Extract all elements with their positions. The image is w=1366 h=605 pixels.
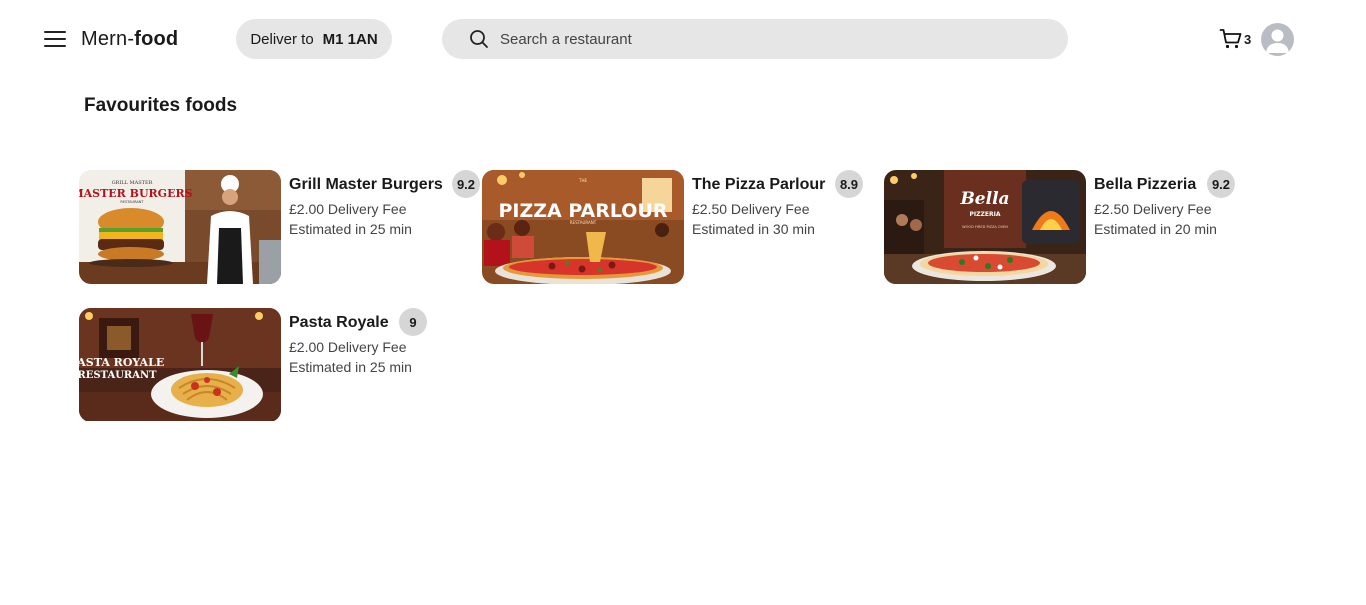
svg-text:PIZZA PARLOUR: PIZZA PARLOUR — [498, 200, 667, 222]
delivery-eta: Estimated in 25 min — [289, 221, 412, 237]
rating-badge: 9.2 — [1207, 170, 1235, 198]
deliver-postcode: M1 1AN — [322, 30, 378, 48]
svg-text:WOOD FIRED PIZZA OVEN: WOOD FIRED PIZZA OVEN — [962, 225, 1008, 229]
restaurant-card[interactable]: THE PIZZA PARLOUR RESTAURANT The Pizza P… — [482, 170, 872, 284]
rating-badge: 9.2 — [452, 170, 480, 198]
restaurant-name[interactable]: The Pizza Parlour — [692, 176, 825, 194]
brand-suffix: food — [134, 28, 179, 50]
restaurant-image: PASTA ROYALE RESTAURANT — [79, 308, 281, 422]
restaurant-name[interactable]: Grill Master Burgers — [289, 176, 443, 194]
delivery-eta: Estimated in 25 min — [289, 359, 412, 375]
delivery-eta: Estimated in 30 min — [692, 221, 815, 237]
svg-text:Bella: Bella — [959, 189, 1009, 209]
svg-text:RESTAURANT: RESTAURANT — [570, 220, 597, 225]
restaurant-image: Bella PIZZERIA WOOD FIRED PIZZA OVEN — [884, 170, 1086, 284]
restaurant-image: GRILL MASTER MASTER BURGERS RESTAURANT — [79, 170, 281, 284]
cart-icon — [1219, 29, 1242, 49]
restaurant-card[interactable]: Bella PIZZERIA WOOD FIRED PIZZA OVEN Bel… — [884, 170, 1274, 284]
svg-text:GRILL MASTER: GRILL MASTER — [112, 180, 153, 186]
svg-text:RESTAURANT: RESTAURANT — [79, 370, 157, 381]
restaurant-card[interactable]: PASTA ROYALE RESTAURANT Pasta Royale 9 £… — [79, 308, 469, 422]
brand-logo[interactable]: Mern-food — [81, 28, 178, 51]
menu-icon[interactable] — [42, 28, 68, 50]
restaurant-image: THE PIZZA PARLOUR RESTAURANT — [482, 170, 684, 284]
svg-text:MASTER BURGERS: MASTER BURGERS — [79, 187, 193, 200]
restaurant-card[interactable]: GRILL MASTER MASTER BURGERS RESTAURANT G… — [79, 170, 480, 284]
delivery-eta: Estimated in 20 min — [1094, 221, 1217, 237]
user-avatar-icon[interactable] — [1261, 23, 1294, 56]
restaurant-name[interactable]: Pasta Royale — [289, 314, 389, 332]
svg-text:PIZZERIA: PIZZERIA — [970, 211, 1001, 218]
svg-text:RESTAURANT: RESTAURANT — [120, 200, 144, 204]
cart-button[interactable]: 3 — [1219, 27, 1251, 51]
section-title: Favourites foods — [84, 95, 238, 116]
restaurant-name[interactable]: Bella Pizzeria — [1094, 176, 1196, 194]
delivery-fee: £2.50 Delivery Fee — [1094, 201, 1212, 217]
deliver-to-button[interactable]: Deliver to M1 1AN — [236, 19, 392, 59]
rating-badge: 8.9 — [835, 170, 863, 198]
top-header: Mern-food Deliver to M1 1AN 3 — [0, 0, 1366, 80]
search-bar[interactable] — [442, 19, 1068, 59]
svg-text:THE: THE — [578, 178, 587, 183]
delivery-fee: £2.00 Delivery Fee — [289, 201, 407, 217]
svg-text:PASTA ROYALE: PASTA ROYALE — [79, 356, 164, 369]
delivery-fee: £2.50 Delivery Fee — [692, 201, 810, 217]
rating-badge: 9 — [399, 308, 427, 336]
search-icon — [470, 30, 488, 48]
brand-prefix: Mern- — [81, 28, 135, 50]
deliver-label: Deliver to — [250, 30, 314, 48]
delivery-fee: £2.00 Delivery Fee — [289, 339, 407, 355]
search-input[interactable] — [500, 19, 1040, 59]
cart-count: 3 — [1244, 31, 1252, 47]
